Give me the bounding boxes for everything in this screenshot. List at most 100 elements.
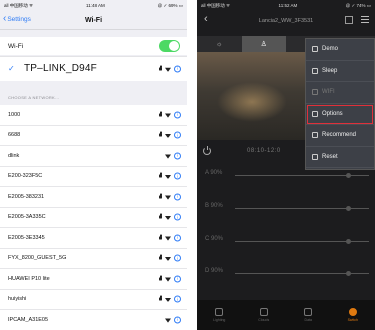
section-header: CHOOSE A NETWORK... [8,95,60,100]
app-header: ‹ Lancia2_WW_3F3531 [197,11,375,30]
wifi-signal-icon [165,235,171,240]
network-row[interactable]: E200-323F5C i [0,167,187,187]
menu-item-recommend[interactable]: Recommend [306,125,374,147]
network-name: E2005-383231 [8,193,45,200]
nav-label: Lighting [213,318,226,322]
network-name: HUAWEI P10 lite [8,275,50,282]
slider-handle[interactable] [346,239,351,244]
power-icon[interactable] [203,146,211,155]
back-button[interactable]: ‹ Settings [3,14,31,24]
wifi-toggle[interactable] [159,40,180,52]
info-icon[interactable]: i [174,213,181,221]
status-bar: all 中国移动 ᯤ 11:52 AM @ ✓ 74% ▭ [197,0,375,11]
nav-bar: ‹ Settings Wi-Fi [0,11,187,30]
info-icon[interactable]: i [174,152,181,160]
network-name: E200-323F5C [8,173,43,180]
network-name: dlink [8,152,20,159]
lock-icon [159,131,162,137]
info-icon[interactable]: i [174,65,181,73]
slider-handle[interactable] [346,271,351,276]
network-row[interactable]: E2005-3E3345 i [0,228,187,249]
network-row[interactable]: 1000 i [0,105,187,126]
wifi-signal-icon [165,215,171,220]
channel-slider[interactable]: D 90% [197,268,375,280]
wifi-toggle-row: Wi-Fi [0,37,187,55]
menu-item-icon [312,110,318,117]
menu-item-label: Demo [322,46,339,53]
tab-profile[interactable]: ♙ [241,36,286,52]
bottom-nav-item[interactable]: Switch [331,300,375,330]
network-row[interactable]: IPCAM_A31E05 i [0,310,187,330]
checkmark-icon: ✓ [8,64,15,73]
wifi-signal-icon [165,297,171,302]
qr-icon[interactable] [345,16,353,24]
channel-slider[interactable]: B 90% [197,203,375,215]
menu-item-reset[interactable]: Reset [306,147,374,168]
nav-label: Clouds [258,318,270,322]
menu-item-icon [312,132,318,139]
menu-item-label: Options [322,110,343,117]
wifi-signal-icon [165,112,171,117]
network-row[interactable]: huiyishi i [0,290,187,310]
slider-label: B 90% [205,203,223,209]
options-dropdown: Demo Sleep WIFI Options Recommend Reset [305,38,375,170]
info-icon[interactable]: i [174,275,181,283]
network-row[interactable]: E2005-383231 i [0,187,187,208]
info-icon[interactable]: i [174,111,181,119]
light-app-screen: all 中国移动 ᯤ 11:52 AM @ ✓ 74% ▭ ‹ Lancia2_… [197,0,375,330]
network-list: 1000 i 6688 i dlink i E200-323F5C i E2005-383231… [0,105,187,330]
network-row[interactable]: 6688 i [0,126,187,146]
info-icon[interactable]: i [174,131,181,139]
menu-icon[interactable] [361,16,369,23]
menu-item-label: WIFI [322,89,335,96]
network-row[interactable]: FYX_8200_GUEST_5G i [0,249,187,269]
channel-slider[interactable]: A 90% [197,170,375,182]
network-name: 1000 [8,111,21,118]
slider-handle[interactable] [346,206,351,211]
info-icon[interactable]: i [174,295,181,303]
menu-item-wifi: WIFI [306,82,374,104]
lock-icon [159,111,162,117]
slider-handle[interactable] [346,173,351,178]
info-icon[interactable]: i [174,316,181,324]
lock-icon [159,65,162,71]
info-icon[interactable]: i [174,234,181,242]
slider-label: C 90% [205,236,224,242]
status-bar: all 中国移动 ᯤ 11:48 AM @ ✓ 69% ▭ [0,0,187,11]
bottom-nav-item[interactable]: Data [286,300,331,330]
network-row[interactable]: E2005-3A335C i [0,208,187,228]
nav-icon [348,308,357,316]
status-battery: @ ✓ 74% ▭ [345,2,371,8]
person-icon: ♙ [260,41,267,48]
info-icon[interactable]: i [174,254,181,262]
bottom-nav-item[interactable]: Clouds [242,300,287,330]
menu-item-icon [312,89,318,96]
connected-network-row[interactable]: ✓ TP–LINK_D94F i [0,56,187,81]
network-row[interactable]: HUAWEI P10 lite i [0,269,187,290]
wifi-signal-icon [165,174,171,179]
network-row[interactable]: dlink i [0,146,187,167]
wifi-signal-icon [165,317,171,322]
status-carrier: all 中国移动 ᯤ [4,2,34,8]
channel-slider[interactable]: C 90% [197,236,375,248]
nav-icon [259,308,268,316]
lock-icon [159,234,162,240]
menu-item-icon [312,67,318,74]
menu-item-options[interactable]: Options [306,104,374,125]
status-carrier: all 中国移动 ᯤ [201,2,231,8]
menu-item-label: Recommend [322,132,357,139]
info-icon[interactable]: i [174,172,181,180]
info-icon[interactable]: i [174,193,181,201]
bottom-nav-item[interactable]: Lighting [197,300,242,330]
wifi-signal-icon [165,194,171,199]
menu-item-demo[interactable]: Demo [306,39,374,61]
wifi-signal-icon [165,276,171,281]
network-name: FYX_8200_GUEST_5G [8,255,67,262]
back-arrow-icon[interactable]: ‹ [204,13,208,25]
network-name: IPCAM_A31E05 [8,316,49,323]
lock-icon [159,213,162,219]
tab-sun[interactable]: ☼ [197,36,242,52]
wifi-signal-icon [165,153,171,158]
menu-item-sleep[interactable]: Sleep [306,61,374,82]
sun-icon: ☼ [216,40,223,48]
